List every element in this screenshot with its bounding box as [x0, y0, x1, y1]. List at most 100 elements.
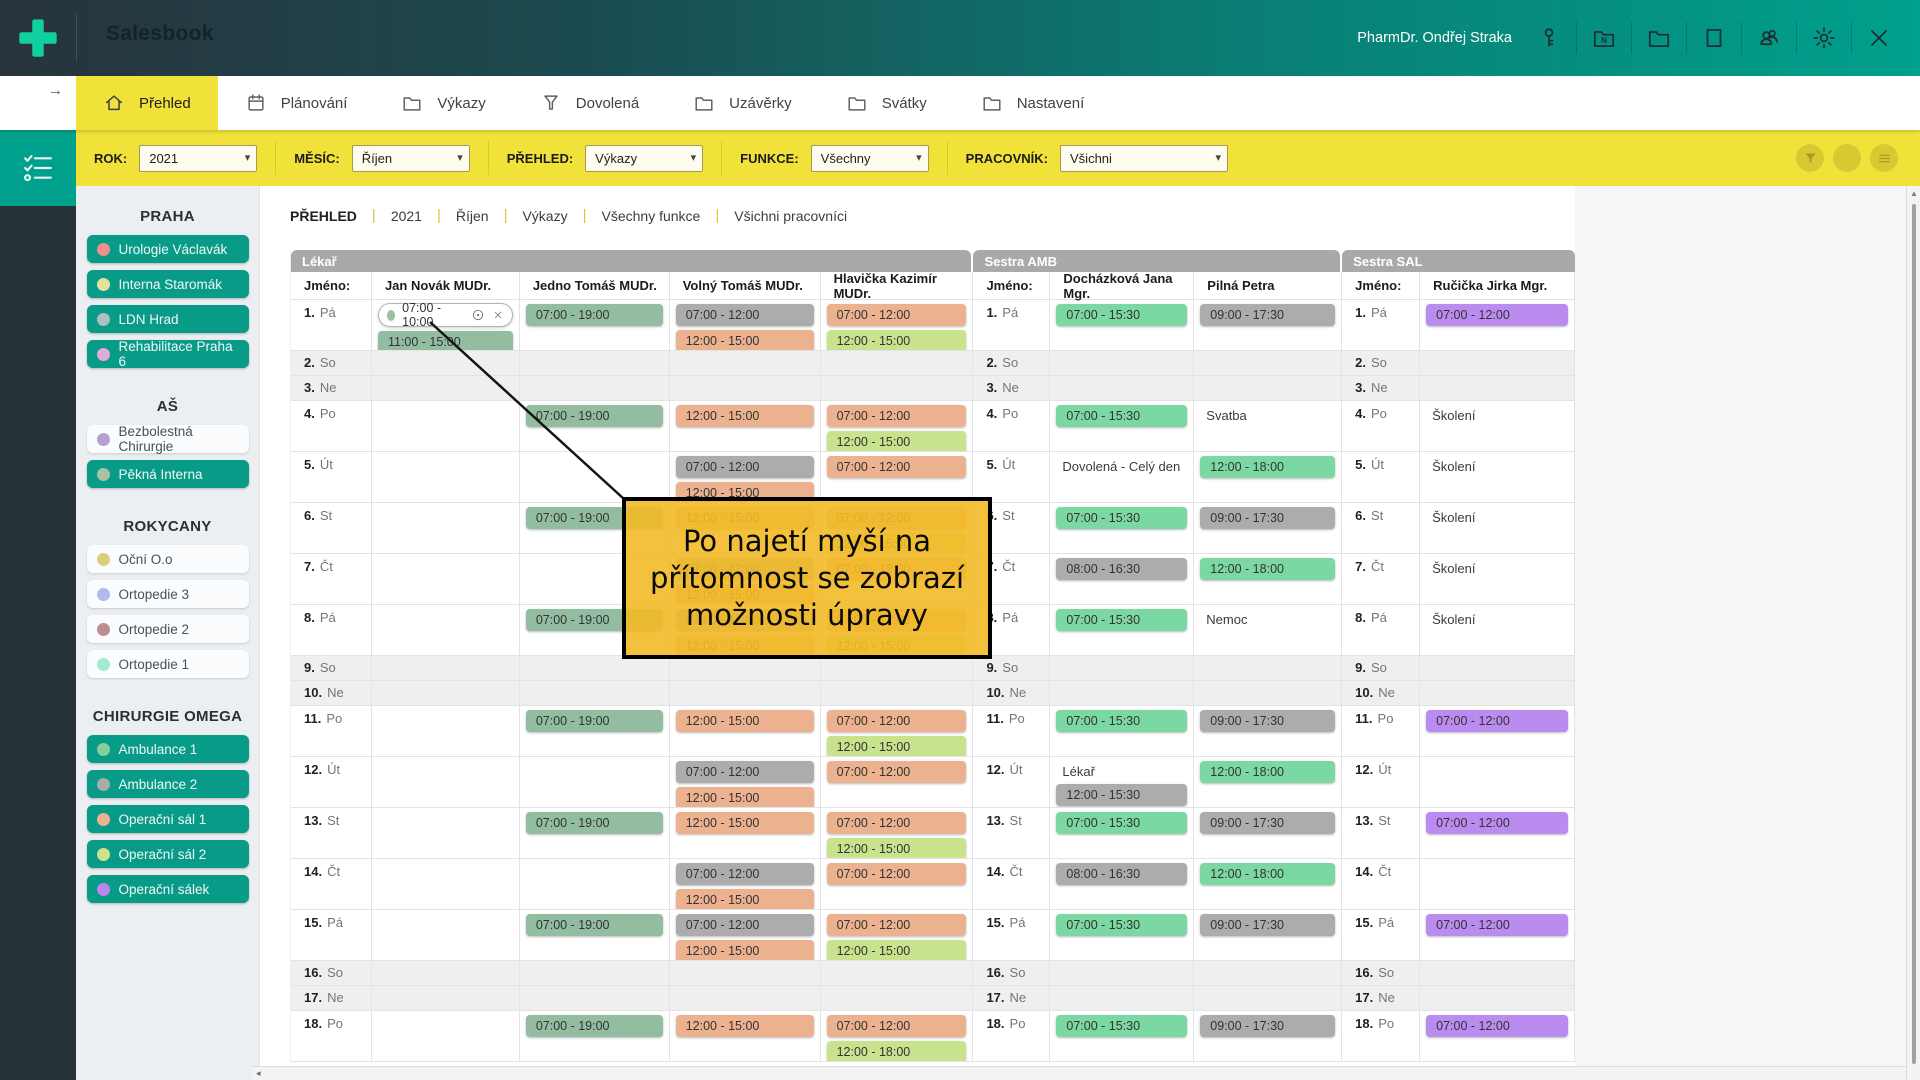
folder-icon[interactable]: [1646, 25, 1672, 51]
shift-badge[interactable]: 12:00 - 18:00: [1200, 761, 1335, 783]
scroll-up-icon[interactable]: ▲: [1907, 189, 1920, 198]
shift-badge[interactable]: 07:00 - 12:00: [676, 863, 814, 885]
shift-badge[interactable]: 07:00 - 12:00: [827, 1015, 967, 1037]
schedule-entry-text[interactable]: Školení: [1420, 452, 1574, 474]
shift-badge[interactable]: 08:00 - 16:30: [1056, 558, 1187, 580]
sidebar-item-ambulance-2[interactable]: Ambulance 2: [87, 770, 249, 798]
filter-select-přehled[interactable]: Výkazy▾: [585, 145, 703, 172]
shift-badge[interactable]: 09:00 - 17:30: [1200, 914, 1335, 936]
sidebar-item-ortopedie-3[interactable]: Ortopedie 3: [87, 580, 249, 608]
shift-badge[interactable]: 07:00 - 19:00: [526, 405, 663, 427]
shift-badge[interactable]: 12:00 - 18:00: [1200, 456, 1335, 478]
schedule-entry-text[interactable]: Školení: [1420, 554, 1574, 576]
horizontal-scrollbar[interactable]: ◂: [252, 1066, 1906, 1080]
sidebar-item-rehabilitace-praha-6[interactable]: Rehabilitace Praha 6: [87, 340, 249, 368]
shift-badge[interactable]: 12:00 - 15:00: [676, 330, 814, 350]
shift-badge[interactable]: 12:00 - 15:00: [827, 940, 967, 960]
key-icon[interactable]: [1536, 25, 1562, 51]
shift-badge[interactable]: 07:00 - 12:00: [676, 761, 814, 783]
shift-badge[interactable]: 08:00 - 16:30: [1056, 863, 1187, 885]
shift-badge[interactable]: 09:00 - 17:30: [1200, 507, 1335, 529]
shift-badge[interactable]: 09:00 - 17:30: [1200, 304, 1335, 326]
checklist-menu-button[interactable]: [0, 130, 76, 206]
shift-badge[interactable]: 12:00 - 15:00: [676, 710, 814, 732]
shift-badge[interactable]: 12:00 - 15:00: [676, 787, 814, 807]
shift-badge[interactable]: 07:00 - 12:00: [827, 761, 967, 783]
shift-badge[interactable]: 07:00 - 12:00: [1426, 914, 1568, 936]
shift-badge[interactable]: 09:00 - 17:30: [1200, 1015, 1335, 1037]
tab-prehled[interactable]: Přehled: [76, 76, 218, 130]
shift-badge[interactable]: 07:00 - 12:00: [827, 914, 967, 936]
schedule-entry-text[interactable]: Nemoc: [1194, 605, 1341, 627]
shift-badge[interactable]: 12:00 - 15:00: [676, 940, 814, 960]
shift-badge[interactable]: 07:00 - 12:00: [676, 304, 814, 326]
shift-badge[interactable]: 07:00 - 15:30: [1056, 507, 1187, 529]
schedule-entry-text[interactable]: Školení: [1420, 605, 1574, 627]
shift-badge[interactable]: 07:00 - 12:00: [1426, 1015, 1568, 1037]
shift-badge[interactable]: 07:00 - 12:00: [827, 304, 967, 326]
remove-shift-icon[interactable]: [492, 309, 504, 321]
sidebar-item-operacni-sal-2[interactable]: Operační sál 2: [87, 840, 249, 868]
schedule-entry-text[interactable]: Svatba: [1194, 401, 1341, 423]
sidebar-item-ortopedie-2[interactable]: Ortopedie 2: [87, 615, 249, 643]
filter-select-pracovník[interactable]: Všichni▾: [1060, 145, 1228, 172]
sidebar-item-operacni-salek[interactable]: Operační sálek: [87, 875, 249, 903]
shift-badge[interactable]: 09:00 - 17:30: [1200, 710, 1335, 732]
folder-n-icon[interactable]: N: [1591, 25, 1617, 51]
shift-badge[interactable]: 12:00 - 18:00: [1200, 558, 1335, 580]
square-icon[interactable]: [1701, 25, 1727, 51]
filter-select-rok[interactable]: 2021▾: [139, 145, 257, 172]
sidebar-item-ocni-o-o[interactable]: Oční O.o: [87, 545, 249, 573]
schedule-entry-text[interactable]: Lékař: [1050, 757, 1193, 779]
sidebar-item-urologie-vaclavak[interactable]: Urologie Václavák: [87, 235, 249, 263]
sidebar-item-ambulance-1[interactable]: Ambulance 1: [87, 735, 249, 763]
filter-button[interactable]: [1796, 144, 1824, 172]
shift-badge[interactable]: 12:00 - 18:00: [1200, 863, 1335, 885]
scroll-left-icon[interactable]: ◂: [256, 1068, 261, 1079]
shift-badge[interactable]: 12:00 - 18:00: [827, 1041, 967, 1061]
shift-badge[interactable]: 12:00 - 15:00: [676, 405, 814, 427]
shift-badge[interactable]: 07:00 - 12:00: [1426, 812, 1568, 834]
tab-uzaverky[interactable]: Uzávěrky: [666, 76, 819, 130]
shift-badge[interactable]: 07:00 - 19:00: [526, 710, 663, 732]
schedule-entry-text[interactable]: Dovolená - Celý den: [1050, 452, 1193, 474]
shift-badge[interactable]: 07:00 - 15:30: [1056, 609, 1187, 631]
shift-badge[interactable]: 07:00 - 12:00: [676, 914, 814, 936]
shift-badge[interactable]: 07:00 - 15:30: [1056, 1015, 1187, 1037]
forward-arrow-icon[interactable]: →: [48, 82, 63, 99]
clock-icon[interactable]: [471, 308, 485, 322]
sidebar-item-interna-staromak[interactable]: Interna Staromák: [87, 270, 249, 298]
shift-badge[interactable]: 12:00 - 15:30: [1056, 784, 1187, 806]
sidebar-item-ldn-hrad[interactable]: LDN Hrad: [87, 305, 249, 333]
shift-badge[interactable]: 07:00 - 12:00: [1426, 710, 1568, 732]
shift-badge[interactable]: 07:00 - 12:00: [827, 405, 967, 427]
shift-badge[interactable]: 09:00 - 17:30: [1200, 812, 1335, 834]
vertical-scrollbar[interactable]: ▲: [1906, 186, 1920, 1080]
shift-badge[interactable]: 12:00 - 15:00: [827, 431, 967, 451]
sidebar-item-pekna-interna[interactable]: Pěkná Interna: [87, 460, 249, 488]
shift-badge[interactable]: 07:00 - 19:00: [526, 1015, 663, 1037]
shift-badge[interactable]: 07:00 - 12:00: [827, 710, 967, 732]
schedule-entry-text[interactable]: Školení: [1420, 503, 1574, 525]
shift-badge[interactable]: 07:00 - 15:30: [1056, 812, 1187, 834]
shift-badge[interactable]: 07:00 - 12:00: [827, 863, 967, 885]
shift-badge[interactable]: 12:00 - 15:00: [676, 889, 814, 909]
schedule-entry-text[interactable]: Školení: [1420, 401, 1574, 423]
tab-dovolena[interactable]: Dovolená: [513, 76, 666, 130]
tab-svatky[interactable]: Svátky: [819, 76, 954, 130]
shift-badge[interactable]: 07:00 - 15:30: [1056, 710, 1187, 732]
shift-badge[interactable]: 07:00 - 19:00: [526, 304, 663, 326]
filter-select-funkce[interactable]: Všechny▾: [811, 145, 929, 172]
sidebar-item-bezbolestna-chirurgie[interactable]: Bezbolestná Chirurgie: [87, 425, 249, 453]
shift-badge[interactable]: 07:00 - 12:00: [1426, 304, 1568, 326]
shift-badge[interactable]: 07:00 - 12:00: [827, 812, 967, 834]
shift-badge[interactable]: 07:00 - 12:00: [676, 456, 814, 478]
shift-badge[interactable]: 07:00 - 19:00: [526, 914, 663, 936]
close-icon[interactable]: [1866, 25, 1892, 51]
shift-badge[interactable]: 12:00 - 15:00: [827, 838, 967, 858]
shift-badge[interactable]: 07:00 - 15:30: [1056, 914, 1187, 936]
tab-nastaveni[interactable]: Nastavení: [954, 76, 1112, 130]
tab-vykazy[interactable]: Výkazy: [374, 76, 512, 130]
print-button[interactable]: [1833, 144, 1861, 172]
shift-badge[interactable]: 07:00 - 15:30: [1056, 405, 1187, 427]
